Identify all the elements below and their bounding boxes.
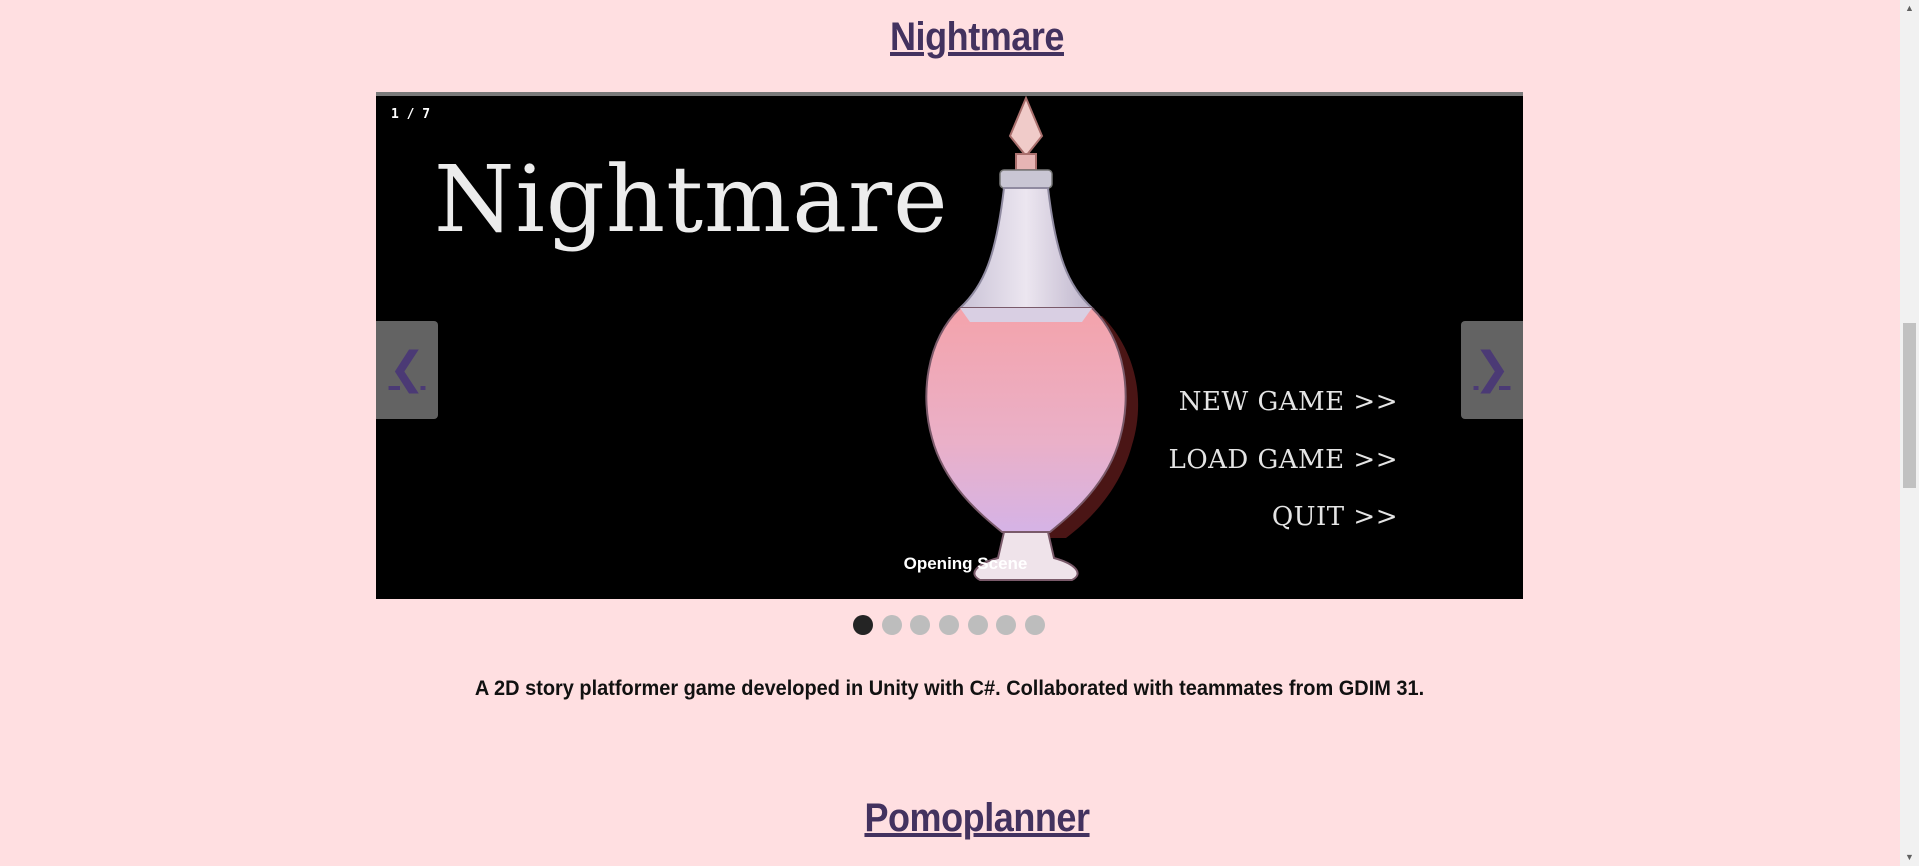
slide-dot-1[interactable]: [853, 615, 873, 635]
triangle-down-icon[interactable]: ▼: [1900, 849, 1919, 866]
triangle-up-icon[interactable]: ▲: [1900, 0, 1919, 17]
next-slide-button[interactable]: ❯: [1461, 321, 1523, 419]
slide-dot-5[interactable]: [968, 615, 988, 635]
project-title-pomoplanner[interactable]: Pomoplanner: [98, 796, 1857, 841]
game-menu-load-game: LOAD GAME >>: [1168, 445, 1398, 475]
slide-dot-7[interactable]: [1025, 615, 1045, 635]
project-title-nightmare[interactable]: Nightmare: [98, 15, 1857, 60]
game-menu-new-game: NEW GAME >>: [1178, 387, 1398, 417]
slide-dot-3[interactable]: [910, 615, 930, 635]
slide-dot-4[interactable]: [939, 615, 959, 635]
potion-bottle-image: [925, 96, 1139, 581]
prev-slide-button[interactable]: ❮: [376, 321, 438, 419]
slide-dot-2[interactable]: [882, 615, 902, 635]
game-menu-quit: QUIT >>: [1271, 502, 1398, 532]
scrollbar-thumb[interactable]: [1903, 323, 1916, 488]
slideshow: 1 / 7 Nightmare NEW GAME >> LOAD GAME >>…: [376, 92, 1523, 599]
page: Nightmare 1 / 7 Nightmare NEW GAME >> LO…: [0, 0, 1900, 866]
project-description: A 2D story platformer game developed in …: [474, 677, 1425, 700]
game-logo-text: Nightmare: [434, 146, 949, 253]
slide-caption: Opening Scene: [903, 554, 1028, 573]
slide-counter: 1 / 7: [391, 107, 431, 122]
slide-dot-6[interactable]: [996, 615, 1016, 635]
vertical-scrollbar[interactable]: ▲ ▼: [1900, 0, 1919, 866]
